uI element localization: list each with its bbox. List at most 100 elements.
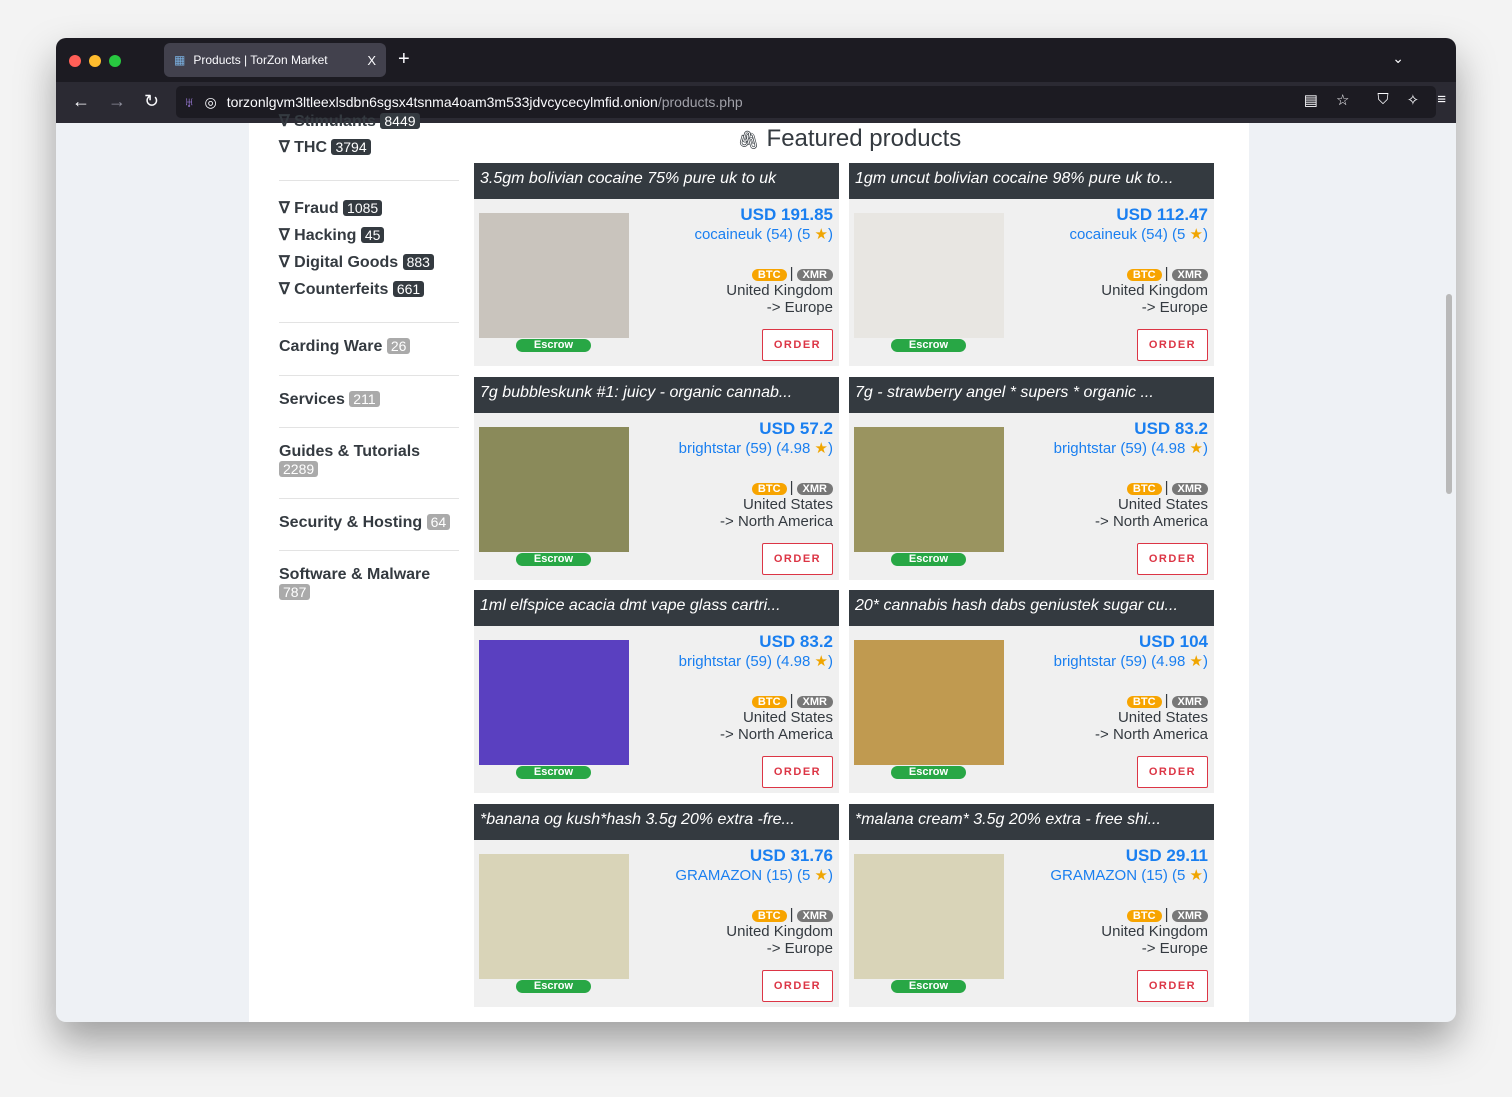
product-card: 1gm uncut bolivian cocaine 98% pure uk t… xyxy=(849,163,1214,366)
xmr-badge: XMR xyxy=(1171,909,1208,922)
new-tab-button[interactable]: + xyxy=(398,48,410,71)
sidebar-section[interactable]: Carding Ware 26 xyxy=(279,338,459,356)
product-image[interactable] xyxy=(854,640,1004,765)
vendor-link[interactable]: cocaineuk (54) (5 ★) xyxy=(1069,225,1208,243)
tab-title: Products | TorZon Market xyxy=(193,53,328,67)
sidebar-item-thc[interactable]: ∇ THC 3794 xyxy=(279,137,371,157)
escrow-badge: Escrow xyxy=(891,339,966,352)
btc-badge: BTC xyxy=(751,269,787,281)
tab-products[interactable]: ▦ Products | TorZon Market X xyxy=(164,43,386,77)
minimize-window-button[interactable] xyxy=(89,55,101,67)
escrow-badge: Escrow xyxy=(516,766,591,779)
product-title[interactable]: 1gm uncut bolivian cocaine 98% pure uk t… xyxy=(849,163,1214,199)
product-title[interactable]: 1ml elfspice acacia dmt vape glass cartr… xyxy=(474,590,839,626)
sidebar-item[interactable]: ∇ Digital Goods 883 xyxy=(279,252,434,272)
product-card: 3.5gm bolivian cocaine 75% pure uk to uk… xyxy=(474,163,839,366)
url-host: torzonlgvm3ltleexlsdbn6sgsx4tsnma4oam3m5… xyxy=(226,94,658,110)
vendor-link[interactable]: GRAMAZON (15) (5 ★) xyxy=(1050,866,1208,884)
sidebar-section[interactable]: Services 211 xyxy=(279,391,459,409)
ships-to: -> North America xyxy=(1095,726,1208,743)
order-button[interactable]: ORDER xyxy=(1137,542,1208,575)
menu-icon[interactable]: ≡ xyxy=(1437,91,1446,109)
sidebar-item-stimulants[interactable]: ∇ Stimulants 8449 xyxy=(279,111,420,131)
close-tab-button[interactable]: X xyxy=(367,53,376,68)
ships-to: -> Europe xyxy=(1141,939,1208,957)
lock-icon[interactable]: ◎ xyxy=(205,94,217,111)
vendor-link[interactable]: brightstar (59) (4.98 ★) xyxy=(1054,439,1208,457)
vendor-link[interactable]: brightstar (59) (4.98 ★) xyxy=(679,439,833,457)
btc-badge: BTC xyxy=(1126,909,1162,922)
escrow-badge: Escrow xyxy=(516,339,591,352)
order-button[interactable]: ORDER xyxy=(762,542,833,575)
shield-icon[interactable]: ⛉ xyxy=(1377,91,1388,109)
tab-bar: ▦ Products | TorZon Market X + ⌄ xyxy=(56,38,1456,82)
order-button[interactable]: ORDER xyxy=(1137,329,1208,361)
order-button[interactable]: ORDER xyxy=(1137,756,1208,788)
order-button[interactable]: ORDER xyxy=(762,969,833,1002)
product-price: USD 104 xyxy=(1139,632,1208,651)
product-title[interactable]: 20* cannabis hash dabs geniustek sugar c… xyxy=(849,590,1214,626)
product-price: USD 31.76 xyxy=(749,845,833,865)
product-image[interactable] xyxy=(854,853,1004,979)
zoom-window-button[interactable] xyxy=(109,55,121,67)
product-title[interactable]: 7g bubbleskunk #1: juicy - organic canna… xyxy=(474,376,839,413)
vendor-link[interactable]: brightstar (59) (4.98 ★) xyxy=(1054,652,1208,670)
xmr-badge: XMR xyxy=(1171,482,1208,495)
ships-to: -> Europe xyxy=(766,939,833,957)
vendor-link[interactable]: brightstar (59) (4.98 ★) xyxy=(679,652,833,670)
paperclip-icon: 🖇 xyxy=(737,130,760,150)
tor-circuit-icon[interactable]: ♅ xyxy=(184,94,195,110)
escrow-badge: Escrow xyxy=(891,766,966,779)
btc-badge: BTC xyxy=(751,909,787,922)
ships-to: -> North America xyxy=(720,726,833,743)
product-card: 7g - strawberry angel * supers * organic… xyxy=(849,376,1214,580)
escrow-badge: Escrow xyxy=(891,552,966,566)
order-button[interactable]: ORDER xyxy=(1137,969,1208,1002)
vendor-link[interactable]: cocaineuk (54) (5 ★) xyxy=(694,225,833,243)
sidebar-item[interactable]: ∇ Fraud 1085 xyxy=(279,198,383,218)
product-title[interactable]: 3.5gm bolivian cocaine 75% pure uk to uk xyxy=(474,163,839,199)
scrollbar[interactable] xyxy=(1446,294,1452,494)
btc-badge: BTC xyxy=(751,482,787,495)
new-identity-icon[interactable]: ✧ xyxy=(1407,91,1420,109)
forward-icon[interactable]: → xyxy=(108,91,126,112)
url-path: /products.php xyxy=(657,94,743,110)
product-image[interactable] xyxy=(854,213,1004,338)
xmr-badge: XMR xyxy=(796,482,833,495)
ships-from: United Kingdom xyxy=(726,922,833,940)
order-button[interactable]: ORDER xyxy=(762,756,833,788)
product-card: *malana cream* 3.5g 20% extra - free shi… xyxy=(849,803,1214,1007)
vendor-link[interactable]: GRAMAZON (15) (5 ★) xyxy=(675,866,833,884)
product-image[interactable] xyxy=(479,640,629,765)
close-window-button[interactable] xyxy=(69,55,81,67)
sidebar-section[interactable]: Guides & Tutorials 2289 xyxy=(279,443,459,479)
product-image[interactable] xyxy=(479,853,629,979)
order-button[interactable]: ORDER xyxy=(762,329,833,361)
sidebar-section[interactable]: Security & Hosting 64 xyxy=(279,514,459,532)
sidebar-section[interactable]: Software & Malware 787 xyxy=(279,566,459,602)
sidebar-item[interactable]: ∇ Counterfeits 661 xyxy=(279,279,425,299)
xmr-badge: XMR xyxy=(796,696,833,708)
chevron-down-icon[interactable]: ⌄ xyxy=(1392,50,1404,67)
store-icon: ▦ xyxy=(174,53,186,67)
product-price: USD 83.2 xyxy=(759,632,833,651)
ships-to: -> North America xyxy=(1095,512,1208,530)
sidebar-item[interactable]: ∇ Hacking 45 xyxy=(279,225,385,245)
product-title[interactable]: *banana og kush*hash 3.5g 20% extra -fre… xyxy=(474,803,839,840)
bookmark-star-icon[interactable]: ☆ xyxy=(1336,91,1349,109)
product-price: USD 83.2 xyxy=(1134,418,1208,438)
product-image[interactable] xyxy=(479,213,629,338)
reader-view-icon[interactable]: ▤ xyxy=(1304,91,1318,109)
back-icon[interactable]: ← xyxy=(72,91,90,112)
star-icon: ★ xyxy=(1189,226,1203,243)
product-image[interactable] xyxy=(479,426,629,552)
escrow-badge: Escrow xyxy=(516,979,591,993)
product-card: 7g bubbleskunk #1: juicy - organic canna… xyxy=(474,376,839,580)
btc-badge: BTC xyxy=(1126,482,1162,495)
product-price: USD 112.47 xyxy=(1116,205,1208,224)
reload-icon[interactable]: ↻ xyxy=(144,91,159,112)
ships-from: United States xyxy=(1117,495,1208,513)
product-title[interactable]: *malana cream* 3.5g 20% extra - free shi… xyxy=(849,803,1214,840)
product-title[interactable]: 7g - strawberry angel * supers * organic… xyxy=(849,376,1214,413)
product-image[interactable] xyxy=(854,426,1004,552)
